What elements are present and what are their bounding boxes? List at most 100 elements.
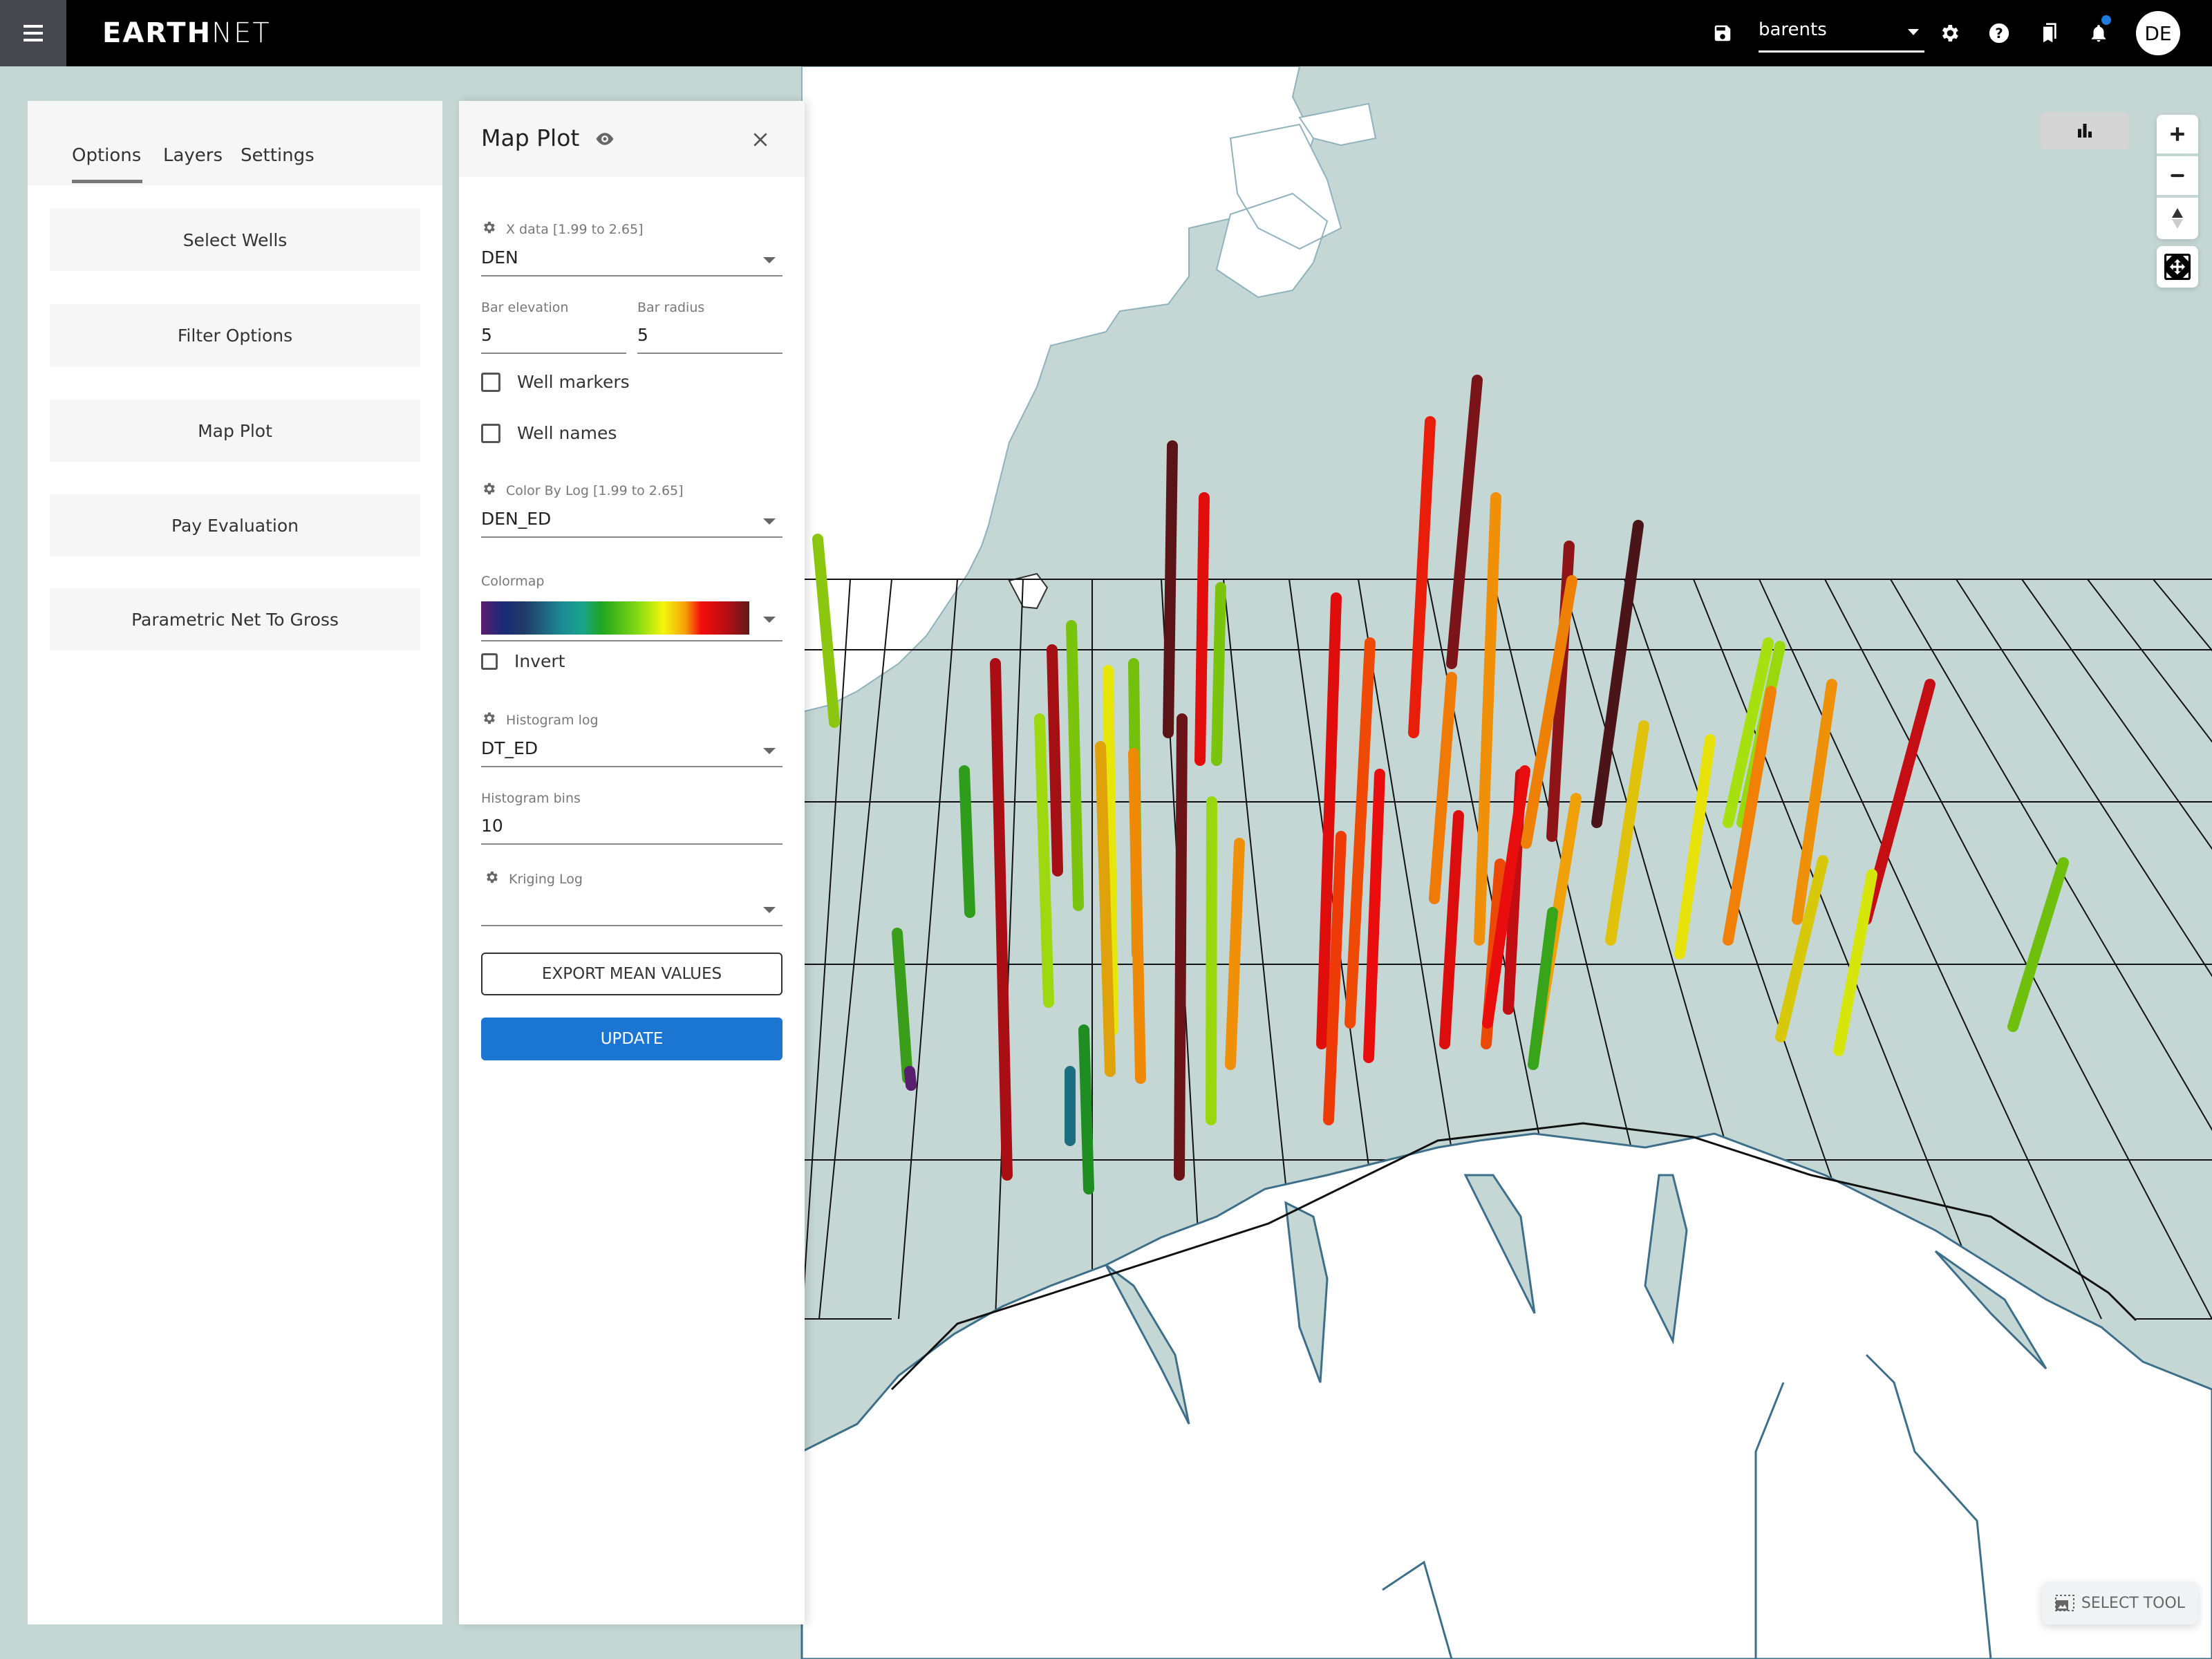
gear-icon[interactable] (481, 220, 496, 235)
pay-evaluation-button[interactable]: Pay Evaluation (50, 494, 420, 556)
save-button[interactable] (1709, 19, 1736, 47)
active-tab-indicator (72, 180, 142, 183)
color-by-log-select[interactable]: DEN_ED (481, 505, 782, 538)
colormap-label: Colormap (481, 574, 545, 589)
gear-icon[interactable] (484, 870, 499, 885)
checkbox-icon (481, 423, 500, 443)
bar-chart-icon (2078, 124, 2092, 138)
chevron-down-icon (763, 518, 776, 525)
chevron-down-icon (1908, 29, 1919, 35)
chevron-down-icon (763, 257, 776, 263)
well-bar[interactable] (1066, 620, 1084, 911)
map-plot-panel: Map Plot X data [1.99 to 2.65] DEN Bar e… (459, 101, 805, 1624)
bar-radius-label: Bar radius (637, 300, 705, 315)
bookmarks-button[interactable] (2035, 19, 2063, 47)
update-button[interactable]: UPDATE (481, 1018, 782, 1060)
notifications-button[interactable] (2085, 15, 2112, 47)
gear-icon[interactable] (481, 481, 496, 496)
menu-icon (24, 23, 43, 44)
well-bar[interactable] (904, 1066, 917, 1091)
select-wells-button[interactable]: Select Wells (50, 209, 420, 271)
select-tool-label: SELECT TOOL (2081, 1594, 2186, 1612)
well-bar[interactable] (1047, 644, 1063, 877)
well-names-checkbox[interactable]: Well names (481, 423, 617, 443)
tab-settings[interactable]: Settings (241, 145, 315, 166)
chevron-down-icon (763, 748, 776, 754)
project-select-value: barents (1759, 19, 1827, 40)
well-bar[interactable] (1078, 1024, 1094, 1194)
color-by-log-label: Color By Log [1.99 to 2.65] (481, 481, 684, 498)
invert-label: Invert (514, 651, 565, 671)
zoom-controls (2157, 115, 2198, 239)
map-plot-header: Map Plot (459, 101, 805, 177)
x-data-label: X data [1.99 to 2.65] (481, 220, 643, 237)
parametric-net-to-gross-button[interactable]: Parametric Net To Gross (50, 588, 420, 650)
map-plot-title: Map Plot (481, 124, 580, 151)
histogram-bins-label: Histogram bins (481, 791, 581, 806)
kriging-log-select[interactable] (481, 893, 782, 926)
well-markers-label: Well markers (517, 372, 630, 392)
kriging-log-label: Kriging Log (484, 870, 583, 887)
histogram-log-value: DT_ED (481, 738, 538, 758)
compass-icon (2172, 208, 2183, 229)
user-avatar[interactable]: DE (2136, 11, 2180, 55)
histogram-log-label: Histogram log (481, 711, 599, 728)
x-data-value: DEN (481, 247, 518, 268)
bar-elevation-input[interactable]: 5 (481, 321, 626, 354)
minus-icon (2171, 174, 2184, 178)
chevron-down-icon (763, 907, 776, 913)
filter-options-button[interactable]: Filter Options (50, 304, 420, 366)
zoom-in-button[interactable] (2157, 115, 2198, 156)
select-tool-button[interactable]: SELECT TOOL (2042, 1582, 2198, 1624)
menu-button[interactable] (0, 0, 66, 66)
well-bar[interactable] (959, 765, 975, 918)
well-bar[interactable] (1211, 582, 1226, 766)
color-by-log-value: DEN_ED (481, 509, 552, 529)
select-image-icon (2054, 1595, 2074, 1611)
tab-options[interactable]: Options (72, 145, 141, 166)
project-select[interactable]: barents (1759, 15, 1924, 53)
zoom-out-button[interactable] (2157, 156, 2198, 198)
export-mean-values-button[interactable]: EXPORT MEAN VALUES (481, 953, 782, 995)
close-button[interactable] (744, 123, 777, 156)
well-bar[interactable] (1194, 492, 1210, 766)
chevron-down-icon (763, 617, 776, 623)
notification-badge (2101, 15, 2111, 25)
map-plot-button[interactable]: Map Plot (50, 400, 420, 462)
save-icon (1714, 25, 1731, 41)
settings-button[interactable] (1936, 19, 1963, 47)
bell-icon (2092, 25, 2106, 42)
well-bar[interactable] (1174, 713, 1188, 1181)
well-names-label: Well names (517, 423, 617, 443)
fullscreen-button[interactable] (2157, 246, 2198, 288)
bookmarks-icon (2043, 23, 2056, 43)
histogram-log-select[interactable]: DT_ED (481, 734, 782, 767)
panel-tabs: Options Layers Settings (28, 101, 442, 185)
well-markers-checkbox[interactable]: Well markers (481, 372, 630, 392)
bar-elevation-label: Bar elevation (481, 300, 569, 315)
invert-checkbox[interactable]: Invert (481, 651, 565, 671)
well-bar[interactable] (1128, 748, 1146, 1084)
gear-icon[interactable] (481, 711, 496, 726)
top-bar: EARTHNET barents ? DE (0, 0, 2212, 66)
plus-icon (2171, 127, 2184, 141)
svg-text:?: ? (1995, 26, 2003, 41)
well-bar[interactable] (1163, 440, 1178, 738)
well-bar[interactable] (1206, 796, 1217, 1125)
app-logo: EARTHNET (102, 17, 271, 49)
checkbox-icon (481, 653, 498, 670)
colormap-select[interactable] (481, 597, 782, 641)
gear-icon (1942, 25, 1958, 41)
reset-north-button[interactable] (2157, 198, 2198, 239)
checkbox-icon (481, 372, 500, 392)
close-icon (753, 133, 767, 147)
help-button[interactable]: ? (1985, 19, 2013, 47)
fullscreen-icon (2164, 254, 2191, 280)
bar-radius-input[interactable]: 5 (637, 321, 782, 354)
help-icon: ? (1989, 23, 2009, 44)
x-data-select[interactable]: DEN (481, 243, 782, 276)
eye-icon[interactable] (594, 129, 615, 149)
tab-layers[interactable]: Layers (163, 145, 223, 166)
histogram-bins-input[interactable]: 10 (481, 812, 782, 845)
histogram-toggle-button[interactable] (2041, 112, 2129, 149)
